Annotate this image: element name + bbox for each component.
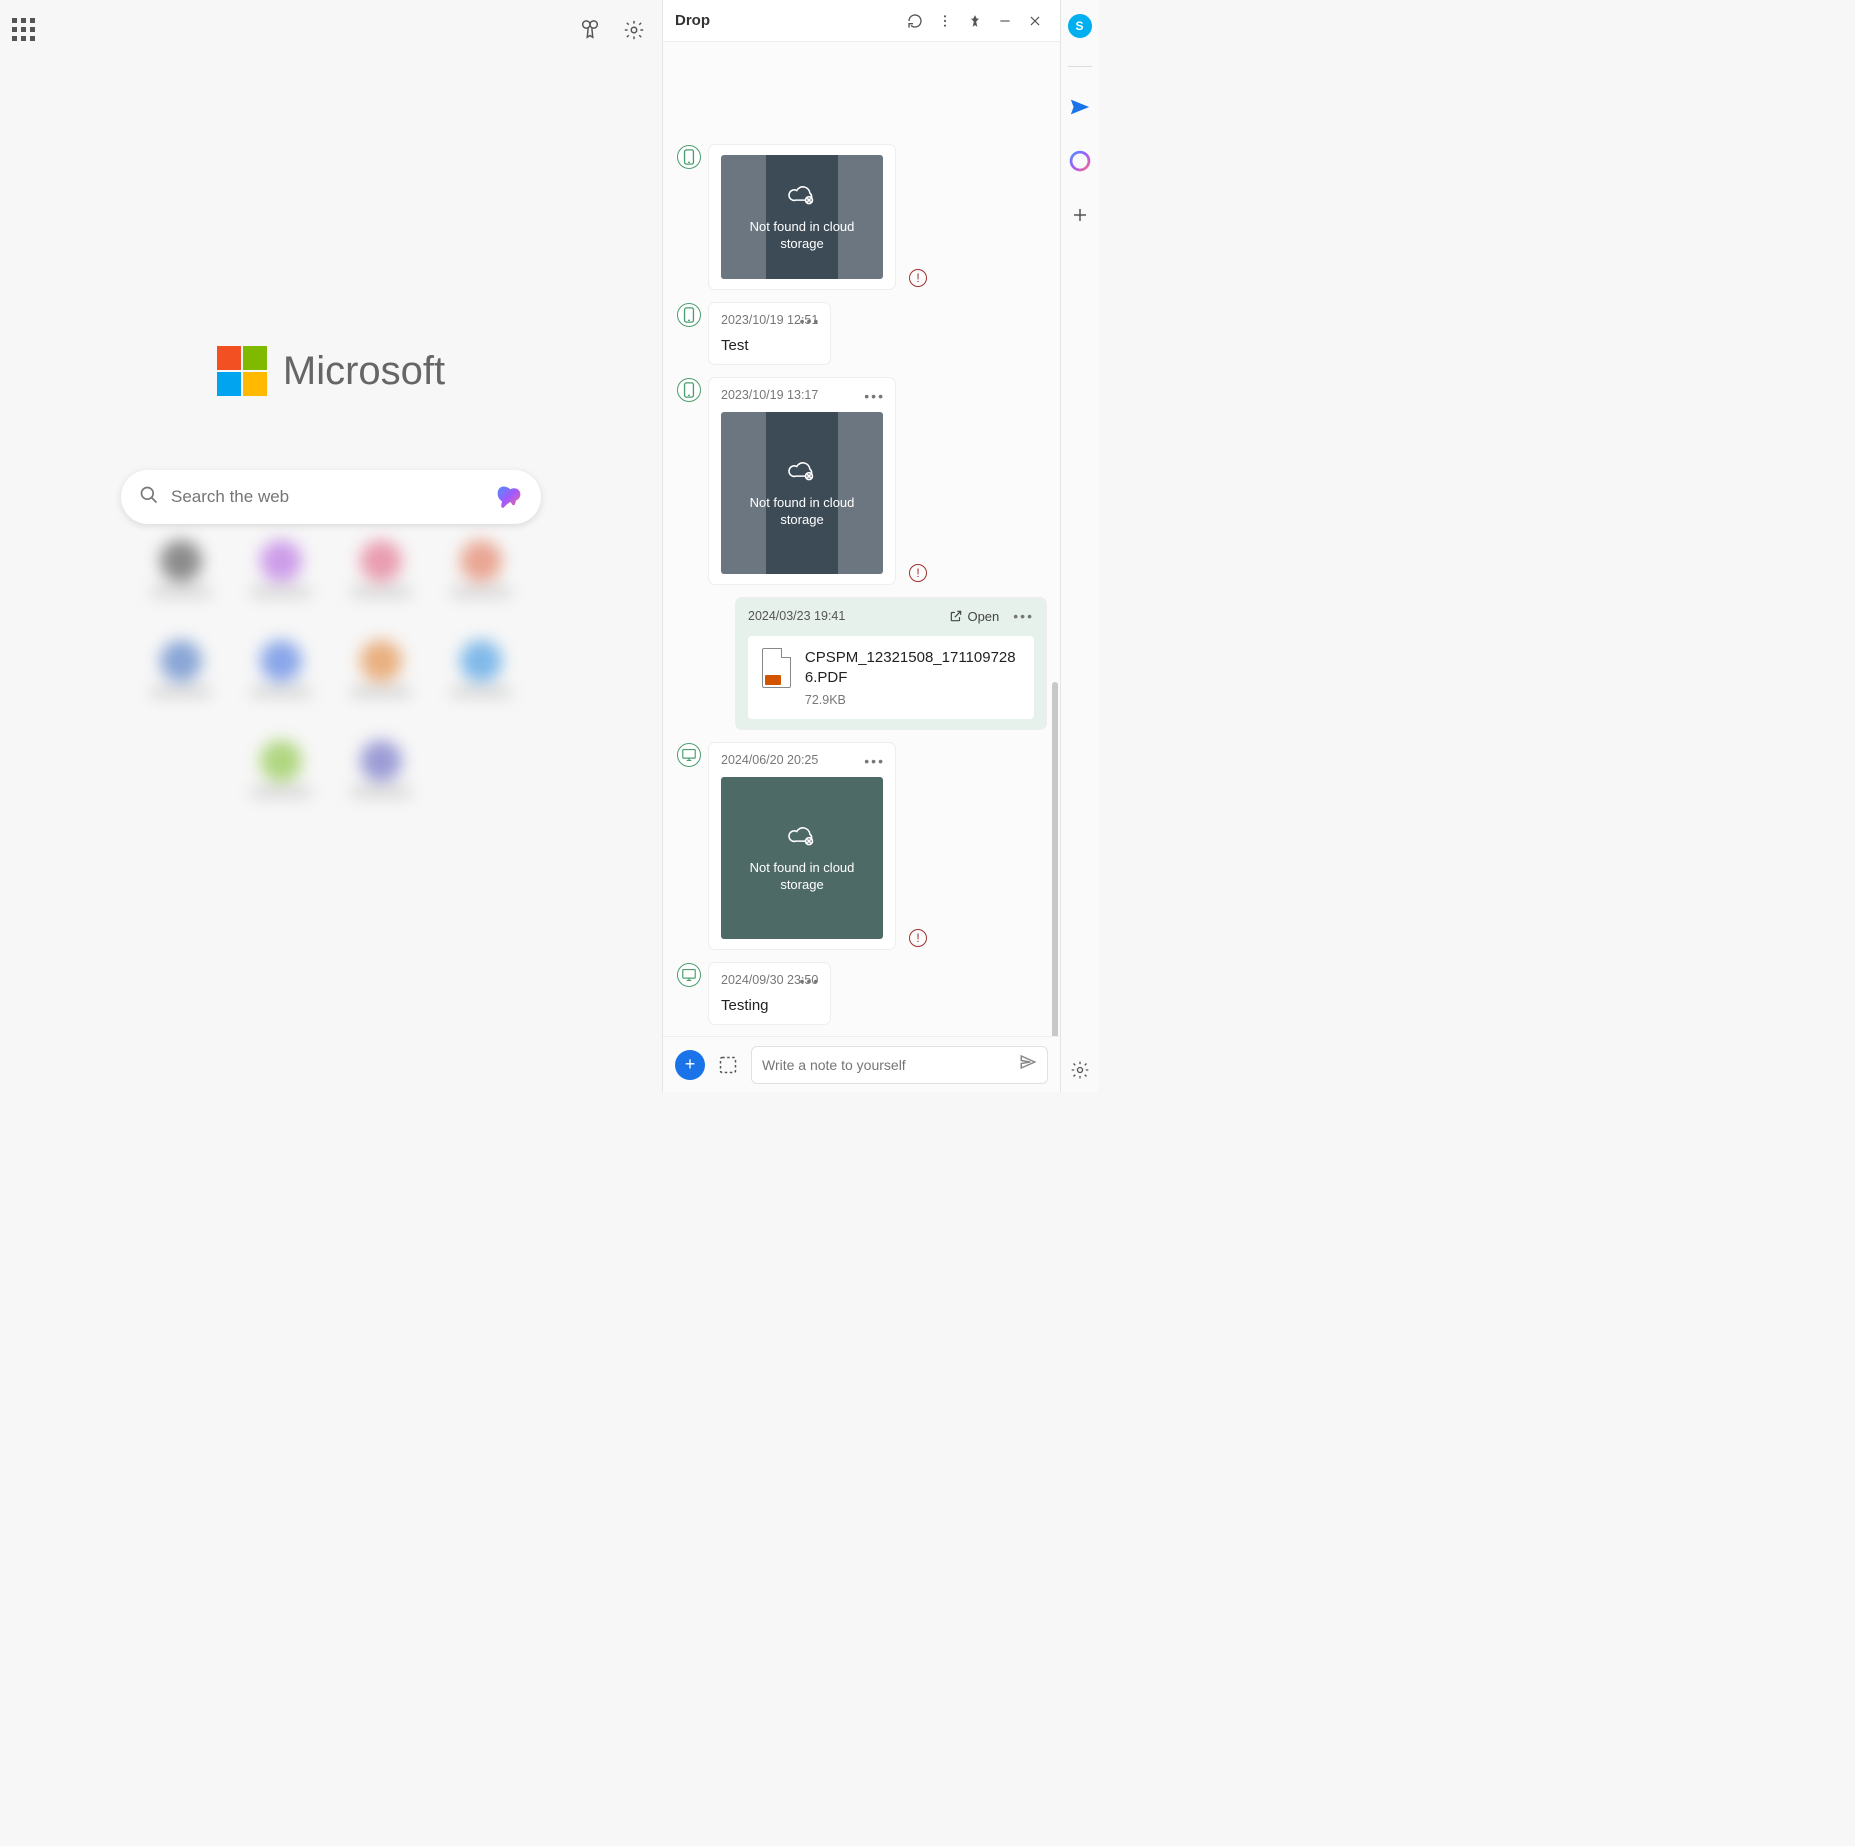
quick-link-tile[interactable] [456,540,506,610]
sidebar-settings-icon[interactable] [1066,1056,1094,1084]
more-icon[interactable]: ••• [864,388,885,404]
microsoft-logo-icon [217,346,267,396]
quick-link-tile[interactable] [156,540,206,610]
quick-link-tile[interactable] [256,540,306,610]
image-thumbnail: Not found in cloud storage [721,777,883,939]
search-icon [139,485,159,510]
screenshot-icon[interactable] [715,1052,741,1078]
file-size: 72.9KB [805,693,1020,707]
search-input[interactable] [171,487,495,507]
not-found-label: Not found in cloud storage [721,219,883,252]
desktop-device-icon [677,743,701,767]
search-box[interactable] [121,470,541,524]
open-link[interactable]: Open [949,609,999,624]
drop-stream: Not found in cloud storage!2023/10/19 12… [663,42,1060,1036]
drop-image-bubble[interactable]: Not found in cloud storage [709,145,895,289]
drop-image-bubble[interactable]: 2023/10/19 13:17••• Not found in cloud st… [709,378,895,584]
drop-file-bubble[interactable]: 2024/03/23 19:41Open ••• CPSPM_12321508_17… [736,598,1046,729]
settings-icon[interactable] [622,18,646,42]
message-text: Test [721,337,818,354]
not-found-label: Not found in cloud storage [721,495,883,528]
cloud-error-icon [788,823,816,852]
pin-icon[interactable] [962,8,988,34]
file-name: CPSPM_12321508_1711097286.PDF [805,648,1020,687]
image-thumbnail: Not found in cloud storage [721,412,883,574]
drop-sidebar-icon[interactable] [1066,93,1094,121]
cloud-error-icon [788,182,816,211]
pdf-file-icon [762,648,791,688]
quick-link-tile[interactable] [156,640,206,710]
cloud-error-icon [788,458,816,487]
drop-message-row: 2023/10/19 13:17••• Not found in cloud st… [677,378,1046,584]
image-thumbnail: Not found in cloud storage [721,155,883,279]
drop-message-row: 2024/03/23 19:41Open ••• CPSPM_12321508_17… [677,598,1046,729]
drop-message-row: 2024/09/30 23:50•••Testing [677,963,1046,1024]
add-sidebar-icon[interactable] [1066,201,1094,229]
send-icon[interactable] [1019,1053,1037,1076]
more-icon[interactable] [932,8,958,34]
phone-device-icon [677,378,701,402]
close-icon[interactable] [1022,8,1048,34]
quick-link-tile[interactable] [256,740,306,810]
drop-title: Drop [675,12,898,29]
edge-sidebar: S [1060,0,1098,1092]
rewards-icon[interactable] [578,18,602,42]
quick-link-tile[interactable] [356,540,406,610]
add-button[interactable]: + [675,1050,705,1080]
file-card[interactable]: CPSPM_12321508_1711097286.PDF 72.9KB [748,636,1034,719]
phone-device-icon [677,145,701,169]
newtab-area: Microsoft [0,0,662,1092]
drop-compose: + [663,1036,1060,1092]
drop-message-row: 2024/06/20 20:25••• Not found in cloud st… [677,743,1046,949]
quick-link-tile[interactable] [256,640,306,710]
copilot-sidebar-icon[interactable] [1066,147,1094,175]
drop-panel: Drop Not found in cloud storage!2023/10/… [662,0,1060,1092]
quick-link-tile[interactable] [456,640,506,710]
error-icon: ! [909,929,927,947]
drop-text-bubble[interactable]: 2023/10/19 12:51•••Test [709,303,830,364]
message-text: Testing [721,997,818,1014]
compose-box[interactable] [751,1046,1048,1084]
minimize-icon[interactable] [992,8,1018,34]
timestamp: 2023/10/19 13:17 [721,388,883,402]
copilot-icon[interactable] [495,483,523,511]
quick-link-tile[interactable] [356,640,406,710]
apps-launcher-icon[interactable] [12,18,36,42]
more-icon[interactable]: ••• [800,313,821,329]
compose-input[interactable] [762,1057,1013,1073]
error-icon: ! [909,269,927,287]
timestamp: 2024/03/23 19:41 [748,609,949,623]
error-icon: ! [909,564,927,582]
timestamp: 2024/06/20 20:25 [721,753,883,767]
not-found-label: Not found in cloud storage [721,860,883,893]
top-icons [12,18,650,46]
more-icon[interactable]: ••• [864,753,885,769]
drop-image-bubble[interactable]: 2024/06/20 20:25••• Not found in cloud st… [709,743,895,949]
quick-links-tiles [111,540,551,810]
skype-icon[interactable]: S [1066,12,1094,40]
drop-message-row: Not found in cloud storage! [677,145,1046,289]
desktop-device-icon [677,963,701,987]
quick-link-tile[interactable] [356,740,406,810]
phone-device-icon [677,303,701,327]
sidebar-divider [1068,66,1092,67]
drop-message-row: 2023/10/19 12:51•••Test [677,303,1046,364]
drop-text-bubble[interactable]: 2024/09/30 23:50•••Testing [709,963,830,1024]
brand-text: Microsoft [283,349,445,394]
more-icon[interactable]: ••• [1013,608,1034,624]
refresh-icon[interactable] [902,8,928,34]
brand-row: Microsoft [0,346,662,396]
drop-header: Drop [663,0,1060,42]
more-icon[interactable]: ••• [800,973,821,989]
